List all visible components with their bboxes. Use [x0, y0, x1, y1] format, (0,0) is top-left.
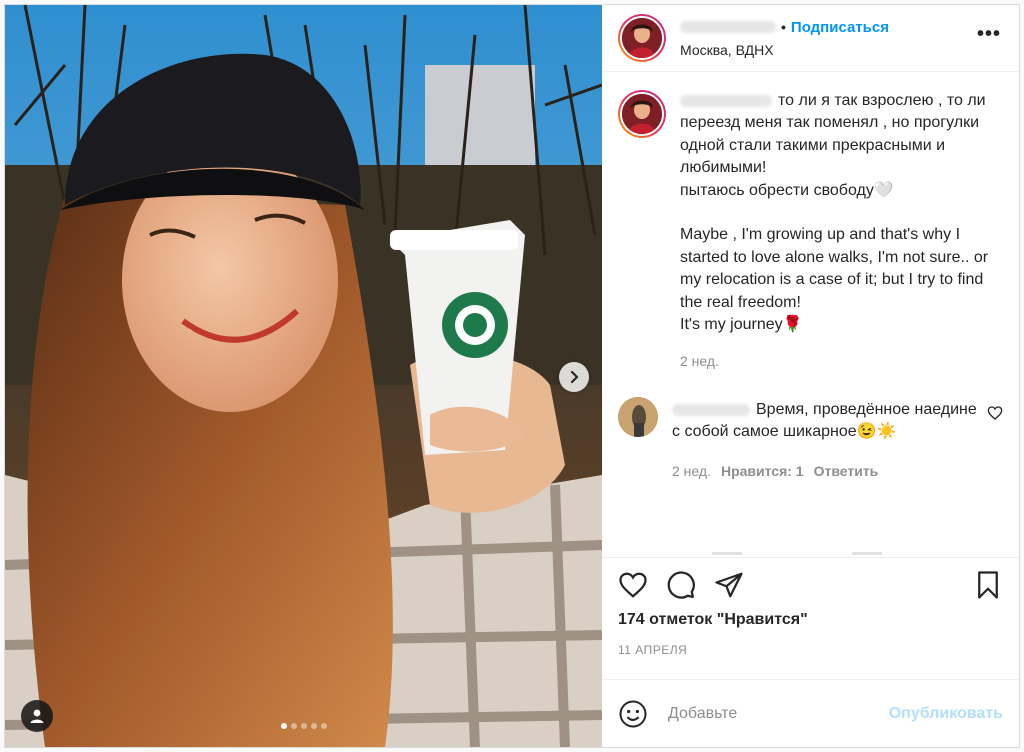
like-comment-heart-icon[interactable] — [987, 405, 1003, 421]
post-photo[interactable] — [5, 5, 602, 747]
carousel-indicator — [5, 723, 602, 729]
emoji-smiley-icon[interactable] — [618, 699, 648, 729]
comments-list[interactable]: то ли я так взрослею , то ли переезд мен… — [602, 72, 1019, 557]
carousel-dot — [320, 723, 327, 729]
share-paper-plane-icon[interactable] — [714, 570, 744, 600]
comment-bubble-icon[interactable] — [666, 570, 696, 600]
next-comment-edge — [712, 552, 959, 555]
carousel-dot — [310, 723, 317, 729]
more-options-button[interactable]: ••• — [977, 23, 1003, 54]
add-comment-bar: Опубликовать — [602, 679, 1019, 747]
follow-button[interactable]: Подписаться — [791, 19, 889, 36]
author-avatar[interactable] — [618, 14, 666, 62]
save-bookmark-icon[interactable] — [973, 570, 1003, 600]
next-photo-button[interactable] — [559, 362, 589, 392]
post-header: • Подписаться Москва, ВДНХ ••• — [602, 5, 1019, 72]
author-username[interactable] — [680, 21, 776, 33]
reply-button[interactable]: Ответить — [814, 463, 879, 479]
commenter-avatar[interactable] — [618, 396, 658, 437]
caption-text: то ли я так взрослею , то ли переезд мен… — [680, 92, 989, 334]
commenter-username[interactable] — [672, 403, 750, 416]
caption-author-avatar[interactable] — [618, 90, 666, 138]
tagged-users-button[interactable] — [21, 700, 53, 732]
post-side-panel: • Подписаться Москва, ВДНХ ••• то ли я т… — [602, 5, 1019, 747]
avatar-image — [618, 396, 658, 437]
carousel-dot — [300, 723, 307, 729]
comment-input[interactable] — [668, 704, 889, 723]
caption-username[interactable] — [680, 94, 772, 107]
like-heart-icon[interactable] — [618, 570, 648, 600]
comment-item: Время, проведённое наедине с собой самое… — [618, 396, 1003, 482]
comment-likes[interactable]: Нравится: 1 — [721, 463, 804, 479]
likes-count[interactable]: 174 отметок "Нравится" — [602, 611, 1019, 639]
user-icon — [30, 709, 44, 723]
action-bar — [602, 557, 1019, 611]
selfie-image — [5, 5, 602, 747]
separator-dot: • — [781, 19, 786, 35]
caption-body: то ли я так взрослею , то ли переезд мен… — [680, 90, 1003, 336]
avatar-image — [622, 94, 662, 134]
location-link[interactable]: Москва, ВДНХ — [680, 42, 977, 58]
post-date[interactable]: 11 АПРЕЛЯ — [602, 643, 1019, 679]
chevron-right-icon — [570, 370, 579, 384]
carousel-dot — [290, 723, 297, 729]
publish-button[interactable]: Опубликовать — [889, 705, 1003, 723]
avatar-image — [622, 18, 662, 58]
comment-time[interactable]: 2 нед. — [672, 463, 711, 479]
post-modal: • Подписаться Москва, ВДНХ ••• то ли я т… — [4, 4, 1020, 748]
caption: то ли я так взрослею , то ли переезд мен… — [618, 90, 1003, 373]
caption-time[interactable]: 2 нед. — [680, 350, 1003, 372]
carousel-dot — [280, 723, 287, 729]
